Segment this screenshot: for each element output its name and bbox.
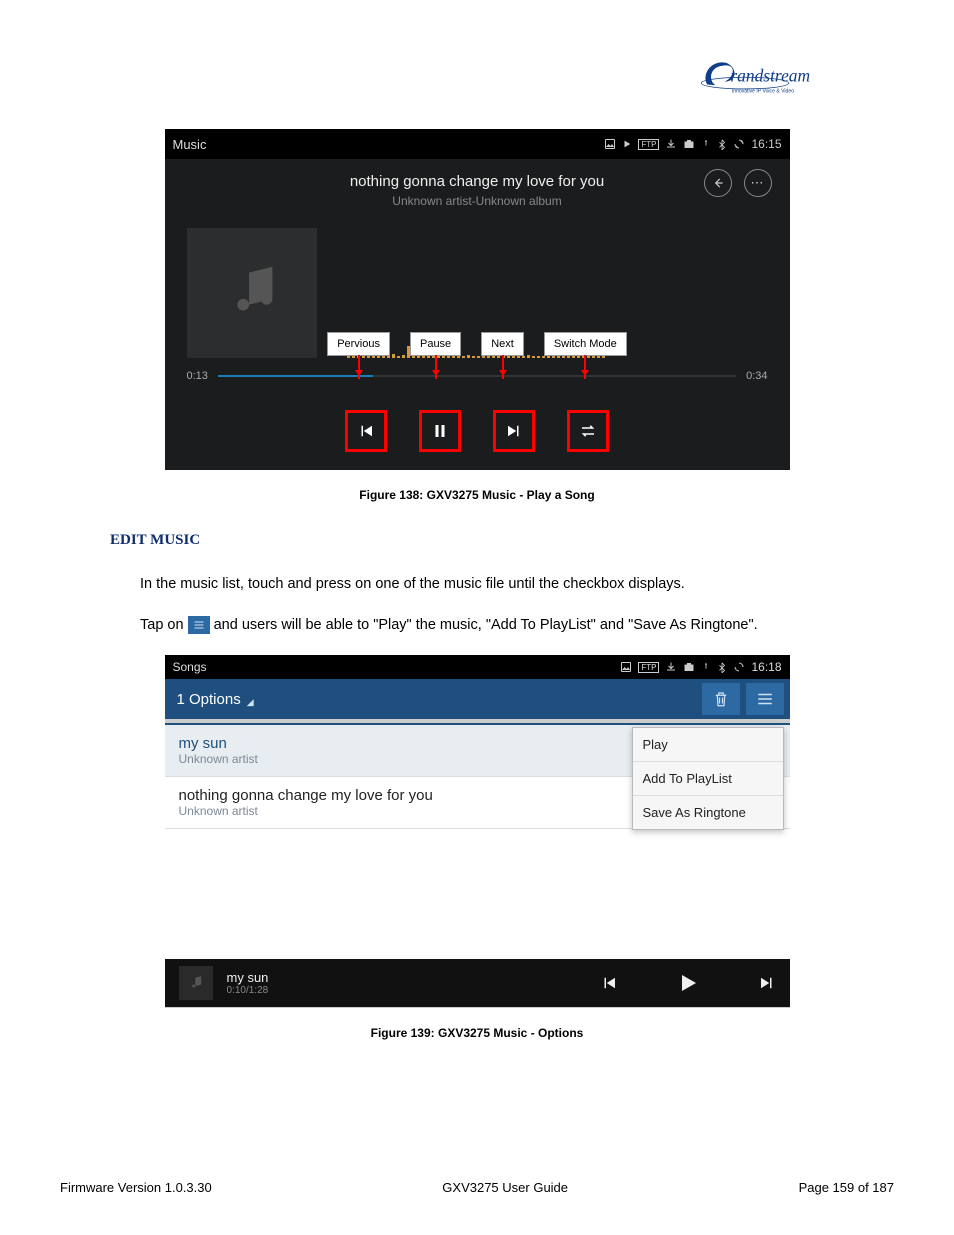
- status-time-2: 16:18: [751, 660, 781, 674]
- previous-button[interactable]: [345, 410, 387, 452]
- svg-text:Innovative IP Voice & Video: Innovative IP Voice & Video: [732, 89, 794, 95]
- app-title-2: Songs: [173, 660, 207, 674]
- delete-button[interactable]: [702, 683, 740, 715]
- mini-album-art: [179, 966, 213, 1000]
- footer-center: GXV3275 User Guide: [442, 1180, 568, 1195]
- download-icon: [665, 138, 677, 150]
- menu-item-add-playlist[interactable]: Add To PlayList: [633, 762, 783, 796]
- more-button[interactable]: ⋯: [744, 169, 772, 197]
- image-icon: [620, 661, 632, 673]
- usb-icon: [701, 138, 711, 150]
- next-button[interactable]: [493, 410, 535, 452]
- footer-previous-button[interactable]: [600, 974, 618, 992]
- progress-bar[interactable]: [218, 375, 736, 377]
- next-label: Next: [481, 332, 524, 356]
- status-icons-2: FTP 16:18: [620, 660, 781, 674]
- image-icon: [604, 138, 616, 150]
- pause-label: Pause: [410, 332, 461, 356]
- footer-play-button[interactable]: [676, 971, 700, 995]
- app-title: Music: [173, 137, 605, 152]
- menu-item-save-ringtone[interactable]: Save As Ringtone: [633, 796, 783, 829]
- switch-mode-button[interactable]: [567, 410, 609, 452]
- section-heading: EDIT MUSIC: [110, 532, 894, 549]
- footer-right: Page 159 of 187: [799, 1180, 894, 1195]
- dropdown-indicator-icon: ◢: [247, 697, 254, 708]
- ftp-icon: FTP: [638, 662, 659, 673]
- previous-label: Pervious: [327, 332, 390, 356]
- status-icons: FTP 16:15: [604, 137, 781, 151]
- now-playing-title: my sun: [227, 970, 269, 985]
- song-artist-album: Unknown artist-Unknown album: [165, 194, 790, 208]
- brand-logo: randstream Innovative IP Voice & Video: [60, 50, 894, 111]
- context-menu: Play Add To PlayList Save As Ringtone: [632, 727, 784, 830]
- sync-icon: [733, 661, 745, 673]
- camera-icon: [683, 138, 695, 150]
- ftp-icon: FTP: [638, 139, 659, 150]
- menu-icon: [188, 616, 210, 634]
- total-time: 0:34: [746, 370, 767, 382]
- svg-text:randstream: randstream: [730, 66, 810, 86]
- paragraph-2: Tap on and users will be able to "Play" …: [140, 614, 844, 637]
- elapsed-time: 0:13: [187, 370, 208, 382]
- sync-icon: [733, 138, 745, 150]
- camera-icon: [683, 661, 695, 673]
- pause-button[interactable]: [419, 410, 461, 452]
- footer-left: Firmware Version 1.0.3.30: [60, 1180, 212, 1195]
- figure-caption-2: Figure 139: GXV3275 Music - Options: [60, 1026, 894, 1040]
- menu-item-play[interactable]: Play: [633, 728, 783, 762]
- back-button[interactable]: [704, 169, 732, 197]
- bluetooth-icon: [717, 661, 727, 673]
- menu-button[interactable]: [746, 683, 784, 715]
- music-options-screenshot: Songs FTP 16:18 1 Options ◢: [165, 655, 790, 1008]
- status-time: 16:15: [751, 137, 781, 151]
- play-status-icon: [622, 139, 632, 149]
- download-icon: [665, 661, 677, 673]
- now-playing-time: 0:10/1:28: [227, 985, 269, 996]
- figure-caption-1: Figure 138: GXV3275 Music - Play a Song: [60, 488, 894, 502]
- usb-icon: [701, 661, 711, 673]
- song-title: nothing gonna change my love for you: [165, 173, 790, 190]
- footer-next-button[interactable]: [758, 974, 776, 992]
- bluetooth-icon: [717, 138, 727, 150]
- paragraph-1: In the music list, touch and press on on…: [140, 573, 844, 596]
- options-count[interactable]: 1 Options: [177, 691, 241, 708]
- music-player-screenshot: Music FTP 16:15 nothing gonna change my …: [165, 129, 790, 470]
- switch-mode-label: Switch Mode: [544, 332, 627, 356]
